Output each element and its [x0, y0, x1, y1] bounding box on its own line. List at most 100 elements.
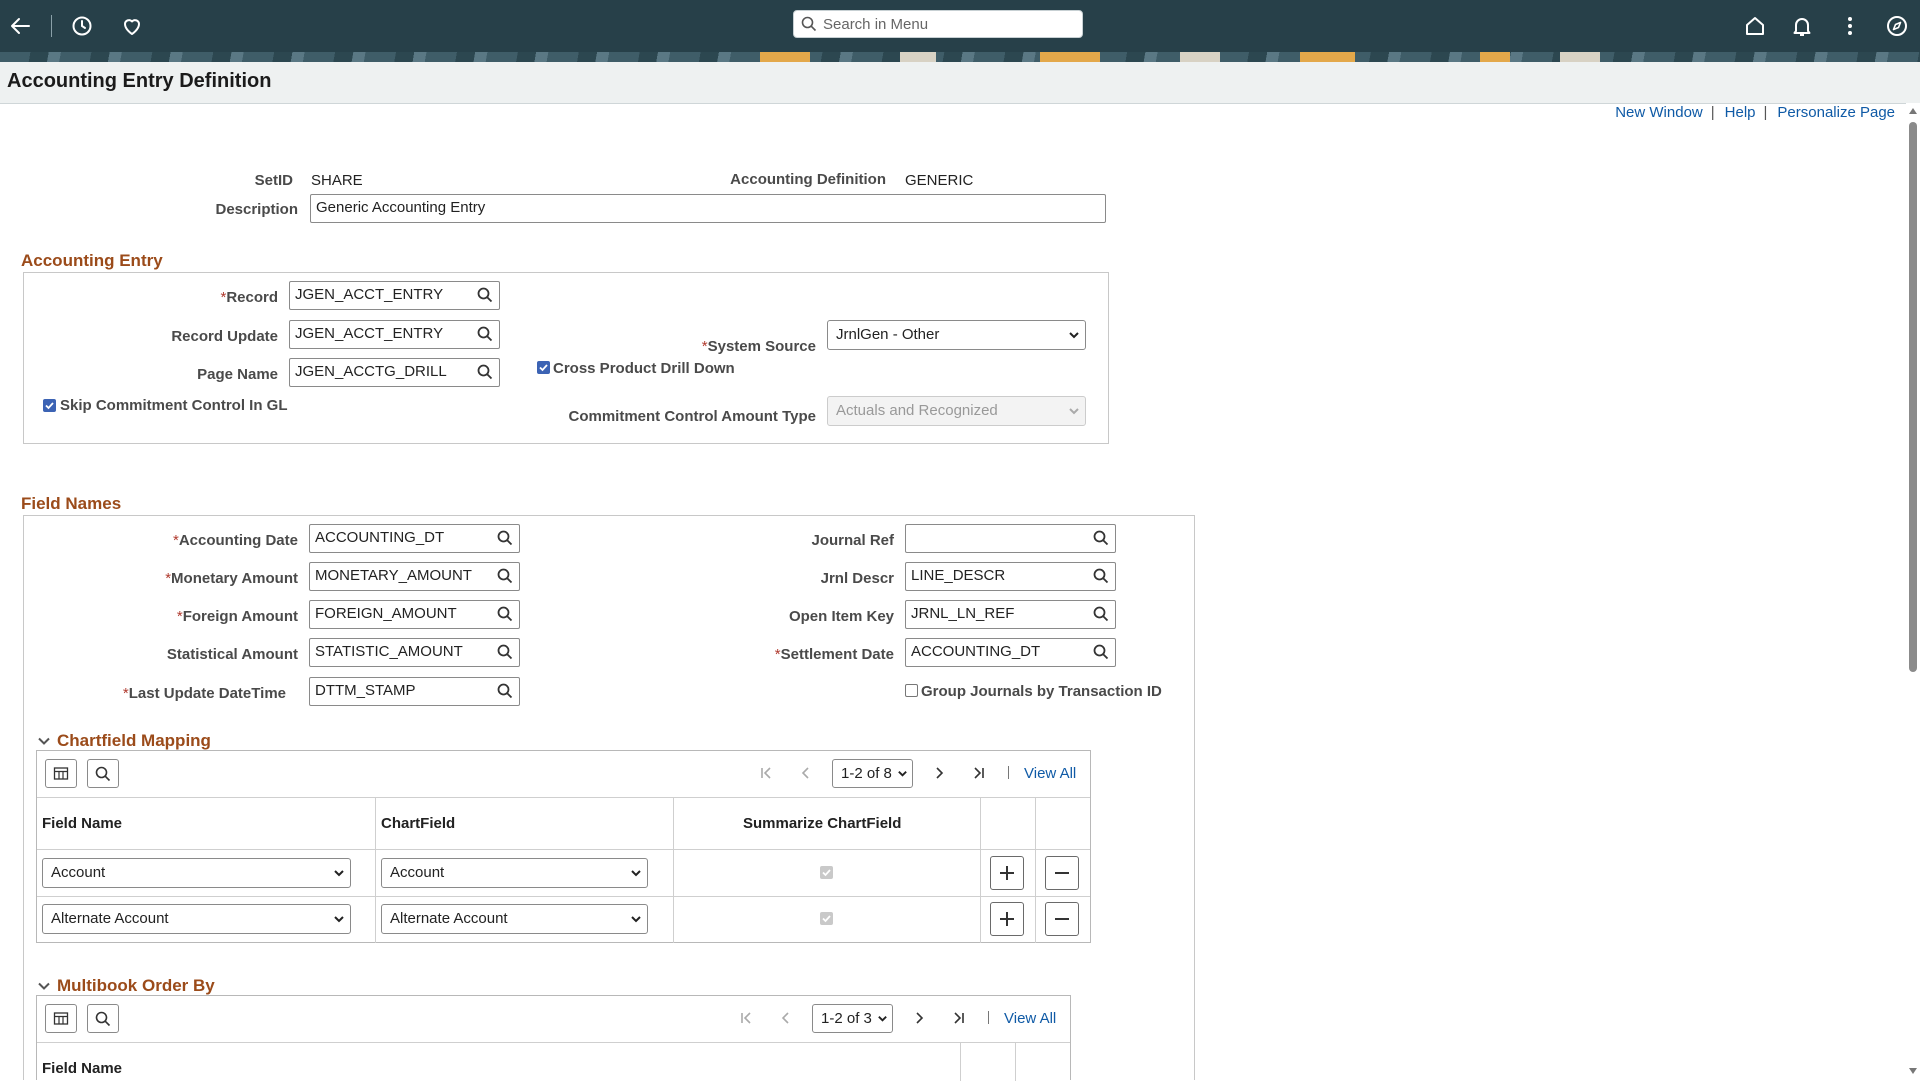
column-header-field-name[interactable]: Field Name [42, 815, 122, 832]
page-links: New Window | Help | Personalize Page [1615, 104, 1895, 121]
description-field[interactable]: Generic Accounting Entry [310, 194, 1106, 223]
jrnl-descr-lookup-icon[interactable] [1093, 568, 1109, 584]
first-page-icon[interactable] [734, 1006, 758, 1030]
row2-summarize-checkbox [820, 912, 833, 925]
minus-icon [1055, 918, 1069, 920]
description-label: Description [215, 201, 298, 218]
scroll-up-icon[interactable] [1907, 106, 1919, 116]
last-page-icon[interactable] [967, 761, 991, 785]
cc-amount-type-value: Actuals and Recognized [836, 402, 998, 419]
top-toolbar: Search in Menu [0, 0, 1920, 52]
notifications-icon[interactable] [1788, 12, 1816, 40]
row2-delete-row-button[interactable] [1045, 902, 1079, 936]
scrollbar-thumb[interactable] [1909, 122, 1917, 672]
scroll-down-icon[interactable] [1907, 1066, 1919, 1076]
menu-search-input[interactable]: Search in Menu [793, 10, 1083, 38]
grid-settings-icon [53, 1011, 69, 1025]
navigator-icon[interactable] [1883, 12, 1911, 40]
statistical-amount-lookup-icon[interactable] [497, 644, 513, 660]
previous-page-icon[interactable] [774, 1006, 798, 1030]
cross-product-drill-down-checkbox[interactable] [537, 361, 550, 374]
back-icon[interactable] [6, 12, 34, 40]
record-update-lookup-icon[interactable] [477, 326, 493, 342]
last-page-icon[interactable] [947, 1006, 971, 1030]
row2-add-row-button[interactable] [990, 902, 1024, 936]
skip-commitment-control-checkbox[interactable] [43, 399, 56, 412]
journal-ref-label: Journal Ref [811, 532, 894, 549]
chartfield-mapping-title: Chartfield Mapping [57, 731, 211, 750]
accounting-date-lookup-icon[interactable] [497, 530, 513, 546]
row2-chartfield-select[interactable]: Alternate Account [381, 904, 648, 934]
accounting-date-field[interactable]: ACCOUNTING_DT [309, 524, 520, 553]
monetary-amount-value: MONETARY_AMOUNT [315, 567, 472, 584]
new-window-link[interactable]: New Window [1615, 104, 1703, 121]
settlement-date-lookup-icon[interactable] [1093, 644, 1109, 660]
journal-ref-field[interactable] [905, 524, 1116, 553]
grid-divider [1035, 797, 1036, 943]
personalize-grid-button[interactable] [45, 759, 77, 788]
first-page-icon[interactable] [754, 761, 778, 785]
row1-chartfield-select[interactable]: Account [381, 858, 648, 888]
multibook-order-by-pager-value: 1-2 of 3 [821, 1010, 872, 1027]
last-update-lookup-icon[interactable] [497, 683, 513, 699]
monetary-amount-field[interactable]: MONETARY_AMOUNT [309, 562, 520, 591]
row1-field-name-select[interactable]: Account [42, 858, 351, 888]
last-update-label-text: Last Update DateTime [128, 685, 286, 702]
last-update-value: DTTM_STAMP [315, 682, 416, 699]
favorites-icon[interactable] [118, 12, 146, 40]
search-icon [95, 1011, 111, 1026]
open-item-key-lookup-icon[interactable] [1093, 606, 1109, 622]
personalize-page-link[interactable]: Personalize Page [1777, 104, 1895, 121]
multibook-order-by-collapse-icon[interactable] [37, 979, 51, 993]
personalize-grid-button[interactable] [45, 1004, 77, 1033]
page-title: Accounting Entry Definition [7, 70, 272, 92]
settlement-date-label-text: Settlement Date [780, 646, 894, 663]
foreign-amount-field[interactable]: FOREIGN_AMOUNT [309, 600, 520, 629]
page-name-lookup-icon[interactable] [477, 364, 493, 380]
next-page-icon[interactable] [927, 761, 951, 785]
monetary-amount-label: *Monetary Amount [165, 570, 298, 587]
last-update-label: *Last Update DateTime [123, 685, 286, 702]
journal-ref-lookup-icon[interactable] [1093, 530, 1109, 546]
next-page-icon[interactable] [907, 1006, 931, 1030]
search-icon [95, 766, 111, 781]
column-header-summarize-chartfield[interactable]: Summarize ChartField [743, 815, 901, 832]
multibook-order-by-view-all-link[interactable]: View All [1004, 1010, 1056, 1027]
row2-chartfield-value: Alternate Account [390, 910, 508, 927]
foreign-amount-lookup-icon[interactable] [497, 606, 513, 622]
monetary-amount-label-text: Monetary Amount [171, 570, 298, 587]
system-source-select[interactable]: JrnlGen - Other [827, 320, 1086, 350]
help-link[interactable]: Help [1725, 104, 1756, 121]
page-name-value: JGEN_ACCTG_DRILL [295, 363, 447, 380]
home-icon[interactable] [1741, 12, 1769, 40]
history-icon[interactable] [68, 12, 96, 40]
find-in-grid-button[interactable] [87, 1004, 119, 1033]
column-header-field-name[interactable]: Field Name [42, 1060, 122, 1077]
group-journals-checkbox[interactable] [905, 684, 918, 697]
last-update-field[interactable]: DTTM_STAMP [309, 677, 520, 706]
system-source-label-text: System Source [707, 338, 816, 355]
jrnl-descr-value: LINE_DESCR [911, 567, 1006, 584]
monetary-amount-lookup-icon[interactable] [497, 568, 513, 584]
page-name-label: Page Name [197, 366, 278, 383]
find-in-grid-button[interactable] [87, 759, 119, 788]
record-lookup-icon[interactable] [477, 287, 493, 303]
jrnl-descr-field[interactable]: LINE_DESCR [905, 562, 1116, 591]
statistical-amount-field[interactable]: STATISTIC_AMOUNT [309, 638, 520, 667]
chartfield-mapping-pager[interactable]: 1-2 of 8 [832, 759, 913, 788]
page-name-field[interactable]: JGEN_ACCTG_DRILL [289, 358, 500, 387]
row1-add-row-button[interactable] [990, 856, 1024, 890]
multibook-order-by-pager[interactable]: 1-2 of 3 [812, 1004, 893, 1033]
previous-page-icon[interactable] [794, 761, 818, 785]
chartfield-mapping-view-all-link[interactable]: View All [1024, 765, 1076, 782]
actions-menu-icon[interactable] [1836, 12, 1864, 40]
open-item-key-field[interactable]: JRNL_LN_REF [905, 600, 1116, 629]
row2-field-name-select[interactable]: Alternate Account [42, 904, 351, 934]
chartfield-mapping-collapse-icon[interactable] [37, 734, 51, 748]
chevron-down-icon [1069, 332, 1079, 339]
record-update-field[interactable]: JGEN_ACCT_ENTRY [289, 320, 500, 349]
row1-delete-row-button[interactable] [1045, 856, 1079, 890]
record-field[interactable]: JGEN_ACCT_ENTRY [289, 281, 500, 310]
settlement-date-field[interactable]: ACCOUNTING_DT [905, 638, 1116, 667]
column-header-chartfield[interactable]: ChartField [381, 815, 455, 832]
